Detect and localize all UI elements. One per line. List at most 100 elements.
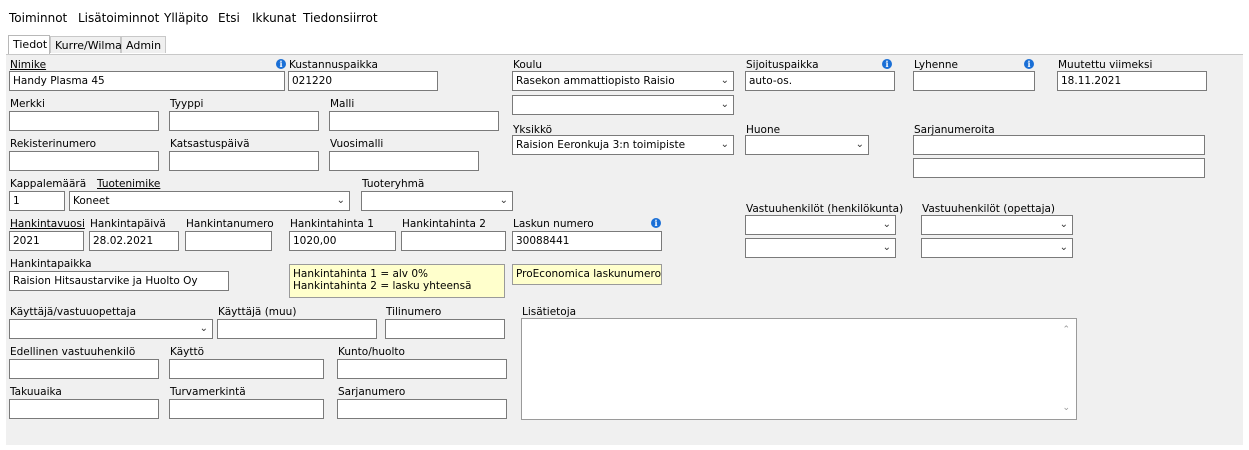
hankintanumero-field[interactable] <box>185 231 272 251</box>
info-icon[interactable]: i <box>1024 59 1034 69</box>
lisatietoja-textarea[interactable]: ⌃ ⌄ <box>521 318 1077 420</box>
hankintavuosi-field[interactable]: 2021 <box>9 231 84 251</box>
chevron-up-icon[interactable]: ⌃ <box>1062 325 1070 335</box>
menu-lisatoiminnot[interactable]: Lisätoiminnot <box>78 11 159 25</box>
menu-toiminnot[interactable]: Toiminnot <box>9 11 67 25</box>
kaytto-label: Käyttö <box>170 346 205 358</box>
hankintahinta2-field[interactable] <box>401 231 506 251</box>
kunto-field[interactable] <box>337 359 507 379</box>
hankintapaikka-label: Hankintapaikka <box>10 258 92 270</box>
yksikko-select[interactable]: Raision Eeronkuja 3:n toimipiste ⌄ <box>512 135 734 155</box>
lyhenne-field[interactable] <box>913 71 1035 91</box>
vastuu-opet-select-2[interactable]: ⌄ <box>921 238 1073 258</box>
tuoteryhma-label: Tuoteryhmä <box>362 178 425 190</box>
info-icon[interactable]: i <box>882 59 892 69</box>
hankintanumero-label: Hankintanumero <box>186 218 274 230</box>
menu-yllapito[interactable]: Ylläpito <box>164 11 208 25</box>
kustannuspaikka-field[interactable]: 021220 <box>288 71 438 91</box>
hankintapaiva-label: Hankintapäivä <box>90 218 166 230</box>
chevron-down-icon: ⌄ <box>1059 219 1068 230</box>
kaytto-field[interactable] <box>169 359 324 379</box>
tab-tiedot[interactable]: Tiedot <box>8 35 50 54</box>
vastuu-opet-select-1[interactable]: ⌄ <box>921 215 1073 235</box>
tyyppi-field[interactable] <box>169 111 319 131</box>
menu-bar: Toiminnot Lisätoiminnot Ylläpito Etsi Ik… <box>0 0 1249 34</box>
tilinumero-field[interactable] <box>385 319 505 339</box>
chevron-down-icon: ⌄ <box>855 139 864 150</box>
kayttaja-vastuu-select[interactable]: ⌄ <box>9 319 213 339</box>
vastuu-henk-select-2[interactable]: ⌄ <box>745 238 896 258</box>
edellinen-label: Edellinen vastuuhenkilö <box>10 346 136 358</box>
kayttaja-vastuu-label: Käyttäjä/vastuuopettaja <box>10 306 137 318</box>
tilinumero-label: Tilinumero <box>386 306 442 318</box>
muutettu-label: Muutettu viimeksi <box>1058 59 1153 71</box>
menu-etsi[interactable]: Etsi <box>218 11 240 25</box>
chevron-down-icon: ⌄ <box>882 242 891 253</box>
koulu-select[interactable]: Rasekon ammattiopisto Raisio ⌄ <box>512 71 734 91</box>
note-line-1: Hankintahinta 1 = alv 0% <box>293 268 429 280</box>
lyhenne-label: Lyhenne <box>914 59 958 71</box>
laskun-numero-label: Laskun numero <box>513 218 594 230</box>
koulu-label: Koulu <box>513 59 543 71</box>
info-icon[interactable]: i <box>651 218 661 228</box>
kayttaja-muu-field[interactable] <box>217 319 377 339</box>
takuuaika-field[interactable] <box>9 399 159 419</box>
note-line-2: Hankintahinta 2 = lasku yhteensä <box>293 280 472 292</box>
vastuu-henk-select-1[interactable]: ⌄ <box>745 215 896 235</box>
chevron-down-icon: ⌄ <box>720 99 729 110</box>
huone-select[interactable]: ⌄ <box>745 135 869 155</box>
kustannuspaikka-label: Kustannuspaikka <box>289 59 378 71</box>
sarjanumeroita-field-1[interactable] <box>913 135 1205 155</box>
hankintahinta-note: Hankintahinta 1 = alv 0% Hankintahinta 2… <box>289 264 505 298</box>
tuotenimike-select[interactable]: Koneet ⌄ <box>69 191 350 211</box>
edellinen-field[interactable] <box>9 359 159 379</box>
menu-tiedonsiirrot[interactable]: Tiedonsiirrot <box>303 11 378 25</box>
chevron-down-icon: ⌄ <box>199 323 208 334</box>
sarjanumero-field[interactable] <box>337 399 507 419</box>
chevron-down-icon: ⌄ <box>499 195 508 206</box>
hankintavuosi-label: Hankintavuosi <box>10 218 85 230</box>
kunto-label: Kunto/huolto <box>338 346 405 358</box>
hankintahinta1-label: Hankintahinta 1 <box>290 218 374 230</box>
rekisterinumero-label: Rekisterinumero <box>10 138 97 150</box>
nimike-label: Nimike <box>10 59 47 71</box>
hankintapaikka-field[interactable]: Raision Hitsaustarvike ja Huolto Oy <box>9 271 229 291</box>
hankintapaiva-field[interactable]: 28.02.2021 <box>89 231 179 251</box>
chevron-down-icon: ⌄ <box>720 139 729 150</box>
laskun-numero-field[interactable]: 30088441 <box>512 231 662 251</box>
kappalemaara-field[interactable]: 1 <box>9 191 65 211</box>
proeconomica-note: ProEconomica laskunumero <box>512 264 662 285</box>
vuosimalli-field[interactable] <box>329 151 479 171</box>
chevron-down-icon[interactable]: ⌄ <box>1062 403 1070 413</box>
kayttaja-muu-label: Käyttäjä (muu) <box>218 306 297 318</box>
tuotenimike-value: Koneet <box>73 195 110 207</box>
vastuu-henk-label: Vastuuhenkilöt (henkilökunta) <box>746 203 904 215</box>
sijoituspaikka-field[interactable]: auto-os. <box>745 71 895 91</box>
merkki-label: Merkki <box>10 98 45 110</box>
merkki-field[interactable] <box>9 111 159 131</box>
tuoteryhma-select[interactable]: ⌄ <box>361 191 513 211</box>
yksikko-value: Raision Eeronkuja 3:n toimipiste <box>516 139 686 151</box>
tuotenimike-label: Tuotenimike <box>97 178 161 190</box>
koulu-value: Rasekon ammattiopisto Raisio <box>516 75 675 87</box>
katsastuspaiva-label: Katsastuspäivä <box>170 138 250 150</box>
sarjanumeroita-field-2[interactable] <box>913 158 1205 178</box>
info-icon[interactable]: i <box>276 59 286 69</box>
tab-kurre-wilma[interactable]: Kurre/Wilma <box>50 36 122 53</box>
nimike-field[interactable]: Handy Plasma 45 <box>9 71 285 91</box>
chevron-down-icon: ⌄ <box>882 219 891 230</box>
sijoituspaikka-label: Sijoituspaikka <box>746 59 819 71</box>
turvamerkinta-label: Turvamerkintä <box>170 386 246 398</box>
hankintahinta1-field[interactable]: 1020,00 <box>289 231 396 251</box>
sarjanumero-label: Sarjanumero <box>338 386 406 398</box>
menu-ikkunat[interactable]: Ikkunat <box>252 11 296 25</box>
muutettu-field: 18.11.2021 <box>1057 71 1207 91</box>
chevron-down-icon: ⌄ <box>336 195 345 206</box>
malli-field[interactable] <box>329 111 499 131</box>
koulu-select-2[interactable]: ⌄ <box>512 95 734 115</box>
turvamerkinta-field[interactable] <box>169 399 324 419</box>
rekisterinumero-field[interactable] <box>9 151 159 171</box>
katsastuspaiva-field[interactable] <box>169 151 319 171</box>
tab-admin[interactable]: Admin <box>121 36 166 53</box>
vuosimalli-label: Vuosimalli <box>330 138 384 150</box>
